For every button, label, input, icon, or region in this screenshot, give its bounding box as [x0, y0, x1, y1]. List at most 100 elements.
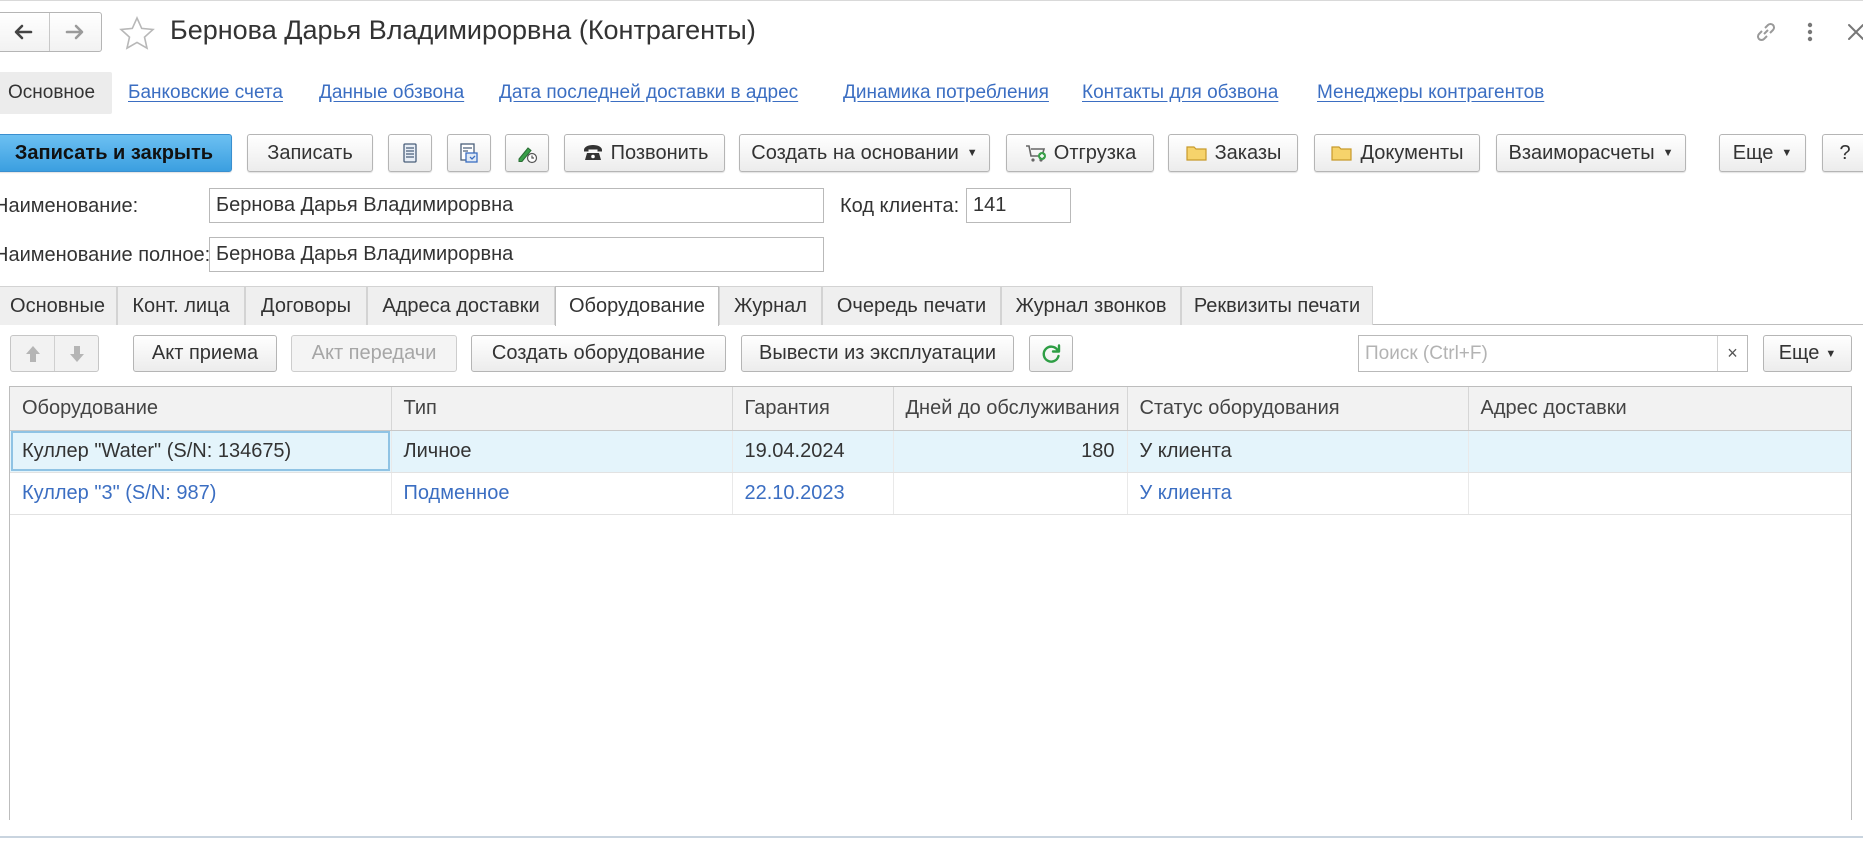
section-main[interactable]: Основное — [0, 72, 112, 114]
column-header-type[interactable]: Тип — [391, 387, 733, 431]
create-equipment-button[interactable]: Создать оборудование — [471, 335, 726, 372]
list-icon — [403, 143, 417, 163]
table-row[interactable]: Куллер "3" (S/N: 987) Подменное 22.10.20… — [10, 472, 1851, 515]
window-title: Бернова Дарья Владимирорвна (Контрагенты… — [170, 15, 756, 45]
call-label: Позвонить — [610, 141, 709, 164]
save-label: Записать — [267, 141, 353, 164]
column-header-days-to-service[interactable]: Дней до обслуживания — [893, 387, 1128, 431]
more-vertical-icon[interactable] — [1796, 18, 1824, 46]
documents-button[interactable]: Документы — [1314, 134, 1480, 172]
table-row[interactable]: Куллер "Water" (S/N: 134675) Личное 19.0… — [10, 430, 1851, 473]
save-button[interactable]: Записать — [247, 134, 373, 172]
caret-down-icon: ▼ — [1662, 147, 1674, 159]
pen-clock-icon — [518, 147, 538, 164]
caret-down-icon: ▼ — [1781, 147, 1793, 159]
tab-equipment[interactable]: Оборудование — [555, 286, 719, 326]
move-buttons — [10, 335, 99, 372]
equipment-table: Оборудование Тип Гарантия Дней до обслуж… — [9, 386, 1852, 820]
caret-down-icon: ▼ — [1825, 347, 1837, 360]
list-button[interactable] — [388, 134, 432, 172]
documents-label: Документы — [1360, 141, 1464, 164]
clear-search-button[interactable]: × — [1717, 336, 1747, 371]
tab-call-log[interactable]: Журнал звонков — [1001, 286, 1181, 325]
column-header-equipment[interactable]: Оборудование — [10, 387, 392, 431]
name-field[interactable] — [209, 188, 824, 223]
name-label: Наименование: — [0, 195, 139, 217]
help-button[interactable]: ? — [1822, 134, 1863, 172]
cell-equipment[interactable]: Куллер "Water" (S/N: 134675) — [10, 430, 392, 473]
tab-contracts[interactable]: Договоры — [245, 286, 367, 325]
shipment-label: Отгрузка — [1053, 141, 1137, 164]
section-managers[interactable]: Менеджеры контрагентов — [1317, 72, 1544, 114]
arrow-down-icon — [69, 345, 84, 362]
column-header-warranty[interactable]: Гарантия — [732, 387, 894, 431]
tab-print-details[interactable]: Реквизиты печати — [1181, 286, 1373, 325]
section-call-data[interactable]: Данные обзвона — [319, 72, 464, 114]
phone-icon — [583, 145, 602, 160]
decommission-button[interactable]: Вывести из эксплуатации — [741, 335, 1014, 372]
table-header-row: Оборудование Тип Гарантия Дней до обслуж… — [10, 387, 1851, 431]
cell-delivery-address[interactable] — [1468, 472, 1851, 515]
create-based-on-button[interactable]: Создать на основании ▼ — [739, 134, 990, 172]
client-code-label: Код клиента: — [840, 195, 960, 217]
save-and-close-button[interactable]: Записать и закрыть — [0, 134, 232, 172]
shipment-button[interactable]: Отгрузка — [1006, 134, 1154, 172]
edit-history-button[interactable] — [505, 134, 549, 172]
move-up-button[interactable] — [11, 336, 54, 371]
favorite-star-icon[interactable] — [117, 14, 157, 54]
tab-journal[interactable]: Журнал — [719, 286, 822, 325]
client-code-field[interactable] — [966, 188, 1071, 223]
report-icon — [460, 143, 478, 163]
back-button[interactable] — [0, 13, 49, 51]
tab-main[interactable]: Основные — [0, 286, 117, 325]
move-down-button[interactable] — [54, 336, 98, 371]
cell-type[interactable]: Подменное — [391, 472, 733, 515]
link-icon[interactable] — [1752, 18, 1780, 46]
act-receive-button[interactable]: Акт приема — [133, 335, 277, 372]
close-icon[interactable] — [1842, 18, 1863, 46]
create-equipment-label: Создать оборудование — [491, 342, 706, 364]
arrow-up-icon — [25, 345, 40, 362]
cell-days-to-service[interactable] — [893, 472, 1128, 515]
cell-warranty[interactable]: 19.04.2024 — [732, 430, 894, 473]
cell-warranty[interactable]: 22.10.2023 — [732, 472, 894, 515]
decommission-label: Вывести из эксплуатации — [758, 342, 997, 364]
forward-button[interactable] — [48, 13, 102, 51]
arrow-right-icon — [65, 24, 84, 40]
cell-type[interactable]: Личное — [391, 430, 733, 473]
column-header-delivery-address[interactable]: Адрес доставки — [1468, 387, 1851, 431]
cell-status[interactable]: У клиента — [1127, 472, 1469, 515]
act-transfer-button[interactable]: Акт передачи — [291, 335, 457, 372]
section-consumption[interactable]: Динамика потребления — [843, 72, 1049, 114]
more-button[interactable]: Еще ▼ — [1719, 134, 1806, 172]
section-bank-accounts[interactable]: Банковские счета — [128, 72, 283, 114]
equipment-more-button[interactable]: Еще ▼ — [1763, 335, 1852, 372]
full-name-label: Наименование полное: — [0, 244, 211, 266]
column-header-status[interactable]: Статус оборудования — [1127, 387, 1469, 431]
refresh-button[interactable] — [1029, 335, 1073, 372]
window-bottom-border — [0, 836, 1863, 838]
orders-button[interactable]: Заказы — [1168, 134, 1298, 172]
report-button[interactable] — [447, 134, 491, 172]
caret-down-icon: ▼ — [966, 147, 978, 159]
full-name-field[interactable] — [209, 237, 824, 272]
cell-equipment[interactable]: Куллер "3" (S/N: 987) — [10, 472, 392, 515]
orders-label: Заказы — [1214, 141, 1282, 164]
cell-days-to-service[interactable]: 180 — [893, 430, 1128, 473]
section-call-contacts[interactable]: Контакты для обзвона — [1082, 72, 1278, 114]
folder-icon — [1331, 146, 1353, 161]
tab-contacts[interactable]: Конт. лица — [117, 286, 245, 325]
tab-print-queue[interactable]: Очередь печати — [822, 286, 1001, 325]
settlements-label: Взаиморасчеты — [1508, 141, 1655, 164]
cell-delivery-address[interactable] — [1468, 430, 1851, 473]
tab-delivery-addresses[interactable]: Адреса доставки — [367, 286, 555, 325]
refresh-icon — [1042, 343, 1061, 363]
search-input[interactable] — [1359, 336, 1717, 371]
call-button[interactable]: Позвонить — [564, 134, 725, 172]
more-label: Еще — [1732, 141, 1774, 164]
section-last-delivery[interactable]: Дата последней доставки в адрес — [499, 72, 798, 114]
cell-status[interactable]: У клиента — [1127, 430, 1469, 473]
help-label: ? — [1839, 141, 1851, 164]
settlements-button[interactable]: Взаиморасчеты ▼ — [1496, 134, 1686, 172]
window-top-border — [0, 0, 1863, 1]
